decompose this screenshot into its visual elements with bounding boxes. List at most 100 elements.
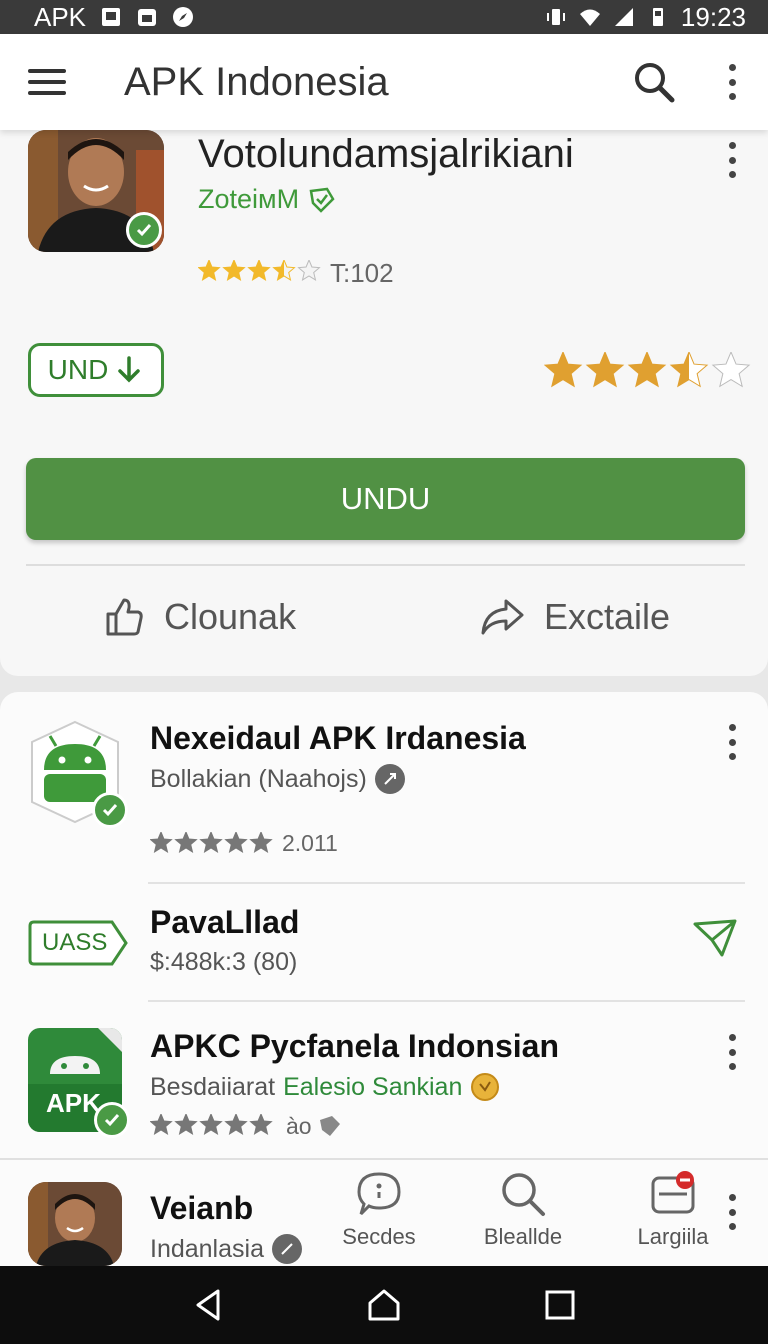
developer-badge-icon: [309, 187, 335, 213]
star-icon: [297, 259, 321, 281]
developer-name: ZoteiмM: [198, 184, 300, 214]
featured-app-card: Votolundamsjalrikiani ZoteiмM T:102 UND …: [0, 130, 768, 676]
status-bar: APK 19:23: [0, 0, 768, 34]
star-icon: [669, 352, 709, 388]
star-icon: [224, 831, 248, 853]
battery-icon: [652, 8, 663, 26]
item-subtitle: Indanlasia: [150, 1234, 302, 1264]
rating-stars: [198, 259, 321, 281]
star-icon: [174, 1114, 198, 1135]
calendar-icon: [138, 9, 157, 26]
download-arrow-icon: [118, 356, 141, 383]
menu-icon[interactable]: [28, 62, 68, 102]
app-icon-label: APK: [46, 1088, 101, 1118]
item-subtitle-text: $:488k:3 (80): [150, 948, 298, 976]
share-label: Exctaile: [544, 596, 671, 637]
star-icon: [272, 259, 296, 281]
gold-badge-icon: [471, 1073, 500, 1101]
star-icon: [249, 1114, 273, 1135]
tab-largiila[interactable]: Largiila: [608, 1170, 738, 1250]
share-arrow-icon: [481, 599, 524, 635]
link-badge-icon: [374, 764, 405, 794]
star-icon: [224, 1114, 248, 1135]
star-icon: [199, 1114, 223, 1135]
signal-icon: [614, 8, 633, 26]
featured-developer[interactable]: ZoteiмM: [198, 184, 337, 215]
verified-check-icon: [92, 792, 128, 828]
divider: [26, 564, 745, 566]
install-button-label: UNDU: [340, 481, 431, 516]
send-icon[interactable]: [692, 918, 738, 958]
star-icon: [585, 352, 625, 388]
news-icon: [102, 8, 121, 26]
tab-bleallde[interactable]: Bleallde: [458, 1170, 588, 1250]
install-button[interactable]: UNDU: [26, 458, 745, 540]
star-icon: [544, 352, 583, 388]
tab-secdes[interactable]: Secdes: [314, 1170, 444, 1250]
app-bar: APK Indonesia: [0, 34, 768, 130]
divider: [0, 1158, 768, 1160]
divider: [148, 882, 745, 884]
chat-icon: [357, 1172, 401, 1216]
bottom-overflow-icon[interactable]: [726, 1194, 738, 1230]
app-list-card: Nexeidaul APK Irdanesia Bollakian (Naaho…: [0, 692, 768, 1272]
star-icon: [199, 831, 223, 853]
home-icon[interactable]: [366, 1287, 402, 1323]
developer-avatar: [28, 1182, 122, 1266]
compass-icon: [173, 7, 194, 27]
item-title: Nexeidaul APK Irdanesia: [150, 720, 526, 756]
rating-count: àο: [286, 1112, 312, 1139]
item-subtitle-text: Indanlasia: [150, 1234, 264, 1263]
rating-count: 2.011: [282, 830, 338, 856]
clock: 19:23: [680, 1, 746, 32]
item-title: APKC Pycfanela Indonsian: [150, 1028, 559, 1064]
item-overflow-icon[interactable]: [726, 1034, 738, 1070]
tab-label: Bleallde: [483, 1224, 563, 1249]
item-rating: 2.011: [150, 830, 338, 857]
divider: [148, 1000, 745, 1002]
tag-badge-label: UASS: [42, 929, 108, 956]
like-action[interactable]: Clounak: [104, 596, 296, 638]
overflow-menu-icon[interactable]: [726, 64, 738, 100]
vibrate-icon: [546, 9, 565, 25]
search-icon: [502, 1173, 545, 1216]
item-subtitle-prefix: Besdaiiarat: [150, 1072, 276, 1101]
system-nav-bar: [0, 1266, 768, 1344]
download-outline-button[interactable]: UND: [28, 343, 164, 397]
search-icon[interactable]: [632, 60, 676, 104]
item-subtitle: Bollakian (Naahojs): [150, 764, 405, 794]
item-rating: àο: [150, 1112, 344, 1140]
item-overflow-icon[interactable]: [726, 724, 738, 760]
item-title: Veianb: [150, 1190, 254, 1226]
like-label: Clounak: [164, 596, 297, 637]
large-rating-stars: [544, 352, 751, 388]
link-badge-icon: [271, 1234, 302, 1264]
star-icon: [222, 259, 246, 281]
verified-check-icon: [94, 1102, 130, 1138]
item-subtitle: $:488k:3 (80): [150, 948, 297, 977]
featured-app-title: Votolundamsjalrikiani: [198, 132, 574, 176]
tab-label: Largiila: [637, 1224, 709, 1249]
item-subtitle-highlight[interactable]: Ealesio Sankian: [283, 1073, 462, 1102]
thumbs-up-icon: [106, 598, 143, 636]
tab-label: Secdes: [342, 1224, 416, 1249]
featured-overflow-icon[interactable]: [726, 142, 738, 178]
carrier-label: APK: [34, 1, 87, 32]
featured-rating: T:102: [198, 258, 394, 289]
back-icon[interactable]: [190, 1287, 226, 1323]
item-subtitle-text: Bollakian (Naahojs): [150, 764, 367, 793]
rating-stars: [150, 831, 273, 853]
star-icon: [711, 352, 751, 388]
app-title: APK Indonesia: [124, 59, 389, 104]
recents-icon[interactable]: [542, 1287, 578, 1323]
verified-check-icon: [126, 212, 162, 248]
rating-count: T:102: [330, 258, 394, 288]
item-title: PavaLllad: [150, 904, 300, 940]
star-icon: [249, 831, 273, 853]
star-icon: [174, 831, 198, 853]
share-action[interactable]: Exctaile: [480, 596, 670, 638]
star-icon: [247, 259, 271, 281]
download-outline-label: UND: [47, 354, 109, 385]
wifi-icon: [579, 9, 600, 26]
star-icon: [150, 831, 173, 853]
